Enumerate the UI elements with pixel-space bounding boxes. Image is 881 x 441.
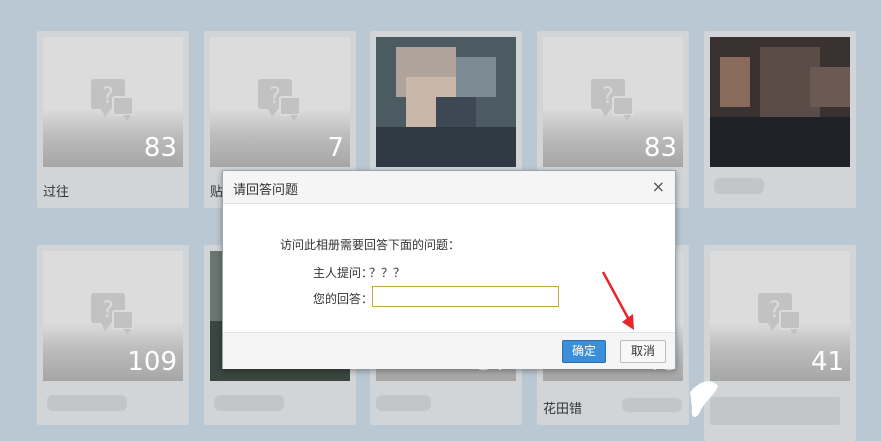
cancel-button[interactable]: 取消 [620, 340, 666, 363]
question-bubble-icon: ? [91, 293, 134, 335]
blurred-caption [710, 397, 840, 425]
album-title[interactable]: 过往 [43, 181, 69, 200]
photo-count: 83 [643, 133, 677, 163]
question-bubble-icon: ? [758, 293, 801, 335]
svg-text:?: ? [769, 298, 781, 323]
photo-count: 83 [143, 133, 177, 163]
answer-label: 您的回答： [313, 292, 374, 306]
blurred-caption [376, 395, 431, 411]
question-bubble-icon: ? [258, 79, 301, 121]
blurred-caption [214, 395, 284, 411]
svg-text:?: ? [269, 84, 281, 109]
dialog-title: 请回答问题 [233, 183, 299, 198]
question-bubble-icon: ? [91, 79, 134, 121]
dialog-instruction: 访问此相册需要回答下面的问题： [280, 238, 461, 252]
album-locked-thumbnail[interactable]: ? 83 [43, 37, 183, 167]
album-card[interactable]: ? 41 [704, 245, 856, 441]
photo-count: 7 [327, 133, 344, 163]
album-photo-thumbnail[interactable] [710, 37, 850, 167]
blurred-caption [622, 398, 682, 412]
album-locked-thumbnail[interactable]: ? 109 [43, 251, 183, 381]
album-photo-thumbnail[interactable] [376, 37, 516, 167]
album-locked-thumbnail[interactable]: ? 7 [210, 37, 350, 167]
answer-input[interactable] [372, 286, 559, 307]
album-card[interactable]: ? 109 [37, 245, 189, 425]
svg-text:?: ? [602, 84, 614, 109]
confirm-button[interactable]: 确定 [562, 340, 606, 363]
blurred-caption [714, 178, 764, 194]
svg-text:?: ? [102, 84, 114, 109]
question-bubble-icon: ? [591, 79, 634, 121]
dialog-footer: 确定 取消 [223, 332, 675, 369]
photo-count: 109 [127, 347, 177, 377]
album-card[interactable] [704, 31, 856, 208]
question-label: 主人提问： [313, 266, 374, 280]
album-locked-thumbnail[interactable]: ? 41 [710, 251, 850, 381]
album-card[interactable]: ? 83 过往 [37, 31, 189, 208]
dialog-header: 请回答问题 × [223, 171, 675, 204]
dialog-body: 访问此相册需要回答下面的问题： 主人提问： ？？？ 您的回答： [223, 204, 675, 332]
photo-count: 41 [810, 347, 844, 377]
svg-text:?: ? [102, 298, 114, 323]
question-text: ？？？ [369, 266, 406, 280]
blurred-caption [47, 395, 127, 411]
album-title[interactable]: 花田错 [543, 398, 582, 417]
album-locked-thumbnail[interactable]: ? 83 [543, 37, 683, 167]
close-icon[interactable]: × [652, 177, 665, 196]
answer-question-dialog: 请回答问题 × 访问此相册需要回答下面的问题： 主人提问： ？？？ 您的回答： … [222, 170, 676, 369]
